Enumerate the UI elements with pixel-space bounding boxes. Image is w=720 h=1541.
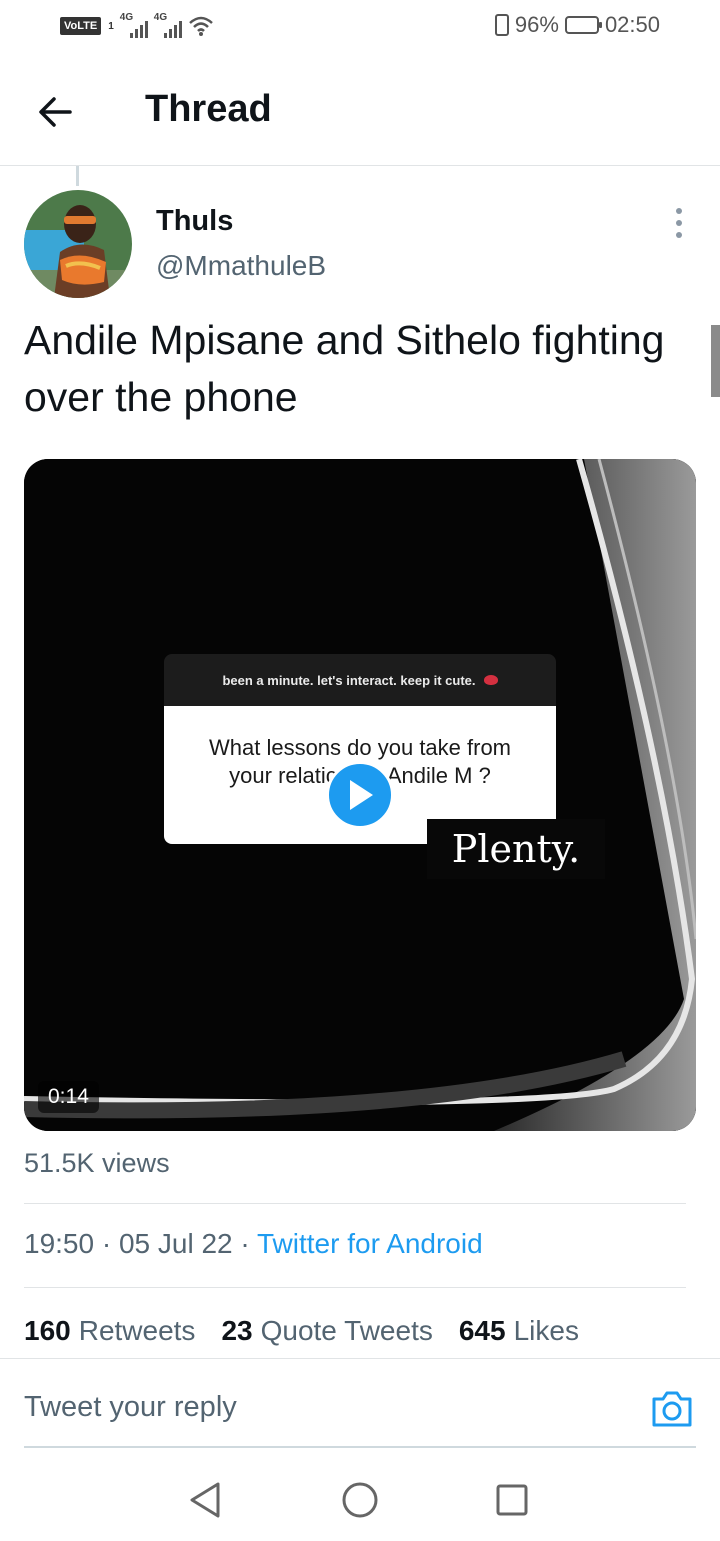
video-player[interactable]: been a minute. let's interact. keep it c… — [24, 459, 696, 1131]
answer-text: Plenty. — [427, 819, 605, 879]
battery-icon — [564, 16, 602, 34]
kiss-icon — [483, 675, 498, 685]
question-header-text: been a minute. let's interact. keep it c… — [222, 672, 476, 688]
reply-bar: Tweet your reply — [0, 1358, 720, 1448]
thread-connector — [76, 166, 79, 186]
sim-indicator: 1 — [108, 20, 114, 32]
divider — [24, 1203, 686, 1204]
engagement-stats: 160 Retweets 23 Quote Tweets 645 Likes — [24, 1315, 579, 1347]
nav-recents-icon[interactable] — [490, 1478, 534, 1522]
avatar[interactable] — [24, 190, 132, 298]
likes-count: 645 — [458, 1315, 506, 1346]
question-header: been a minute. let's interact. keep it c… — [164, 654, 556, 706]
meta-separator: · — [240, 1228, 250, 1259]
page-title: Thread — [145, 88, 272, 130]
play-icon[interactable] — [326, 761, 394, 829]
reply-input[interactable]: Tweet your reply — [24, 1391, 237, 1424]
status-bar: VoLTE 1 4G 4G 96% 02:50 — [0, 0, 720, 56]
battery-percent: 96% — [514, 12, 559, 37]
scrollbar[interactable] — [711, 325, 720, 397]
vibrate-icon — [494, 14, 509, 36]
display-name[interactable]: Thuls — [156, 205, 233, 238]
quote-tweets-count: 23 — [221, 1315, 253, 1346]
user-handle[interactable]: @MmathuleB — [156, 250, 326, 282]
tweet-meta: 19:50 · 05 Jul 22 · Twitter for Android — [24, 1228, 483, 1260]
tweet-date: 05 Jul 22 — [118, 1228, 233, 1259]
divider — [24, 1287, 686, 1288]
tweet-time: 19:50 — [24, 1228, 95, 1259]
retweets-stat[interactable]: 160 Retweets — [24, 1315, 195, 1347]
clock: 02:50 — [604, 12, 660, 37]
header: Thread — [0, 56, 720, 166]
wifi-icon — [188, 16, 213, 36]
likes-label: Likes — [513, 1315, 579, 1346]
quote-tweets-stat[interactable]: 23 Quote Tweets — [221, 1315, 432, 1347]
network-type-1: 4G — [119, 12, 134, 23]
likes-stat[interactable]: 645 Likes — [459, 1315, 579, 1347]
volte-badge: VoLTE — [60, 17, 102, 35]
arrow-left-icon[interactable] — [34, 90, 78, 134]
camera-icon[interactable] — [650, 1389, 694, 1429]
meta-separator: · — [101, 1228, 112, 1259]
system-nav-bar — [0, 1460, 720, 1541]
source-link[interactable]: Twitter for Android — [257, 1228, 483, 1259]
network-type-2: 4G — [153, 12, 168, 23]
retweets-label: Retweets — [78, 1315, 196, 1346]
video-duration: 0:14 — [38, 1081, 99, 1113]
nav-home-icon[interactable] — [338, 1478, 382, 1522]
status-bar-right: 96% 02:50 — [494, 12, 660, 38]
more-options-icon[interactable] — [664, 206, 694, 240]
reply-underline — [24, 1446, 696, 1448]
view-count[interactable]: 51.5K views — [24, 1148, 170, 1179]
signal-icon-2: 4G — [153, 12, 182, 38]
tweet-text: Andile Mpisane and Sithelo fighting over… — [24, 317, 665, 420]
status-bar-left: VoLTE 1 4G 4G — [60, 12, 214, 38]
retweets-count: 160 — [24, 1315, 71, 1346]
quote-tweets-label: Quote Tweets — [260, 1315, 433, 1346]
signal-icon: 4G — [119, 12, 148, 38]
nav-back-icon[interactable] — [184, 1478, 228, 1522]
